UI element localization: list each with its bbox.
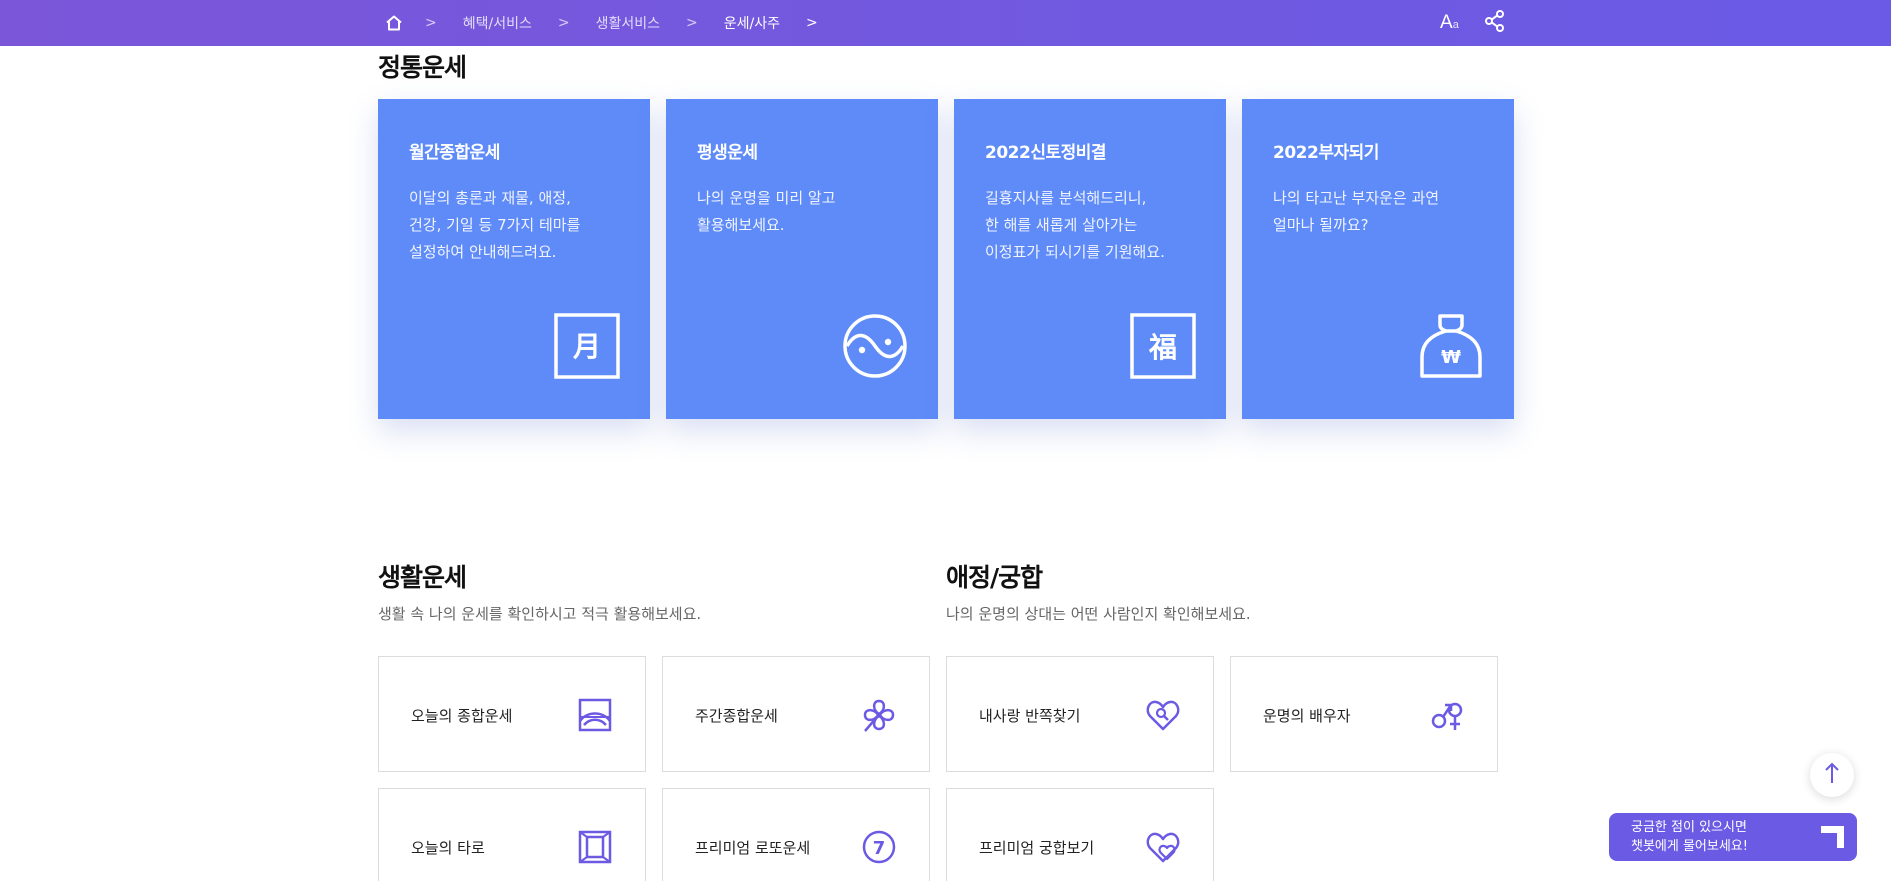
tarot-cards-icon [577,829,613,865]
item-destined-spouse[interactable]: 운명의 배우자 [1230,656,1498,772]
arrow-up-icon [1824,762,1840,788]
header-tools: Aa [1440,0,1505,46]
section-title-love-match: 애정/궁합 [946,563,1043,592]
item-find-soulmate[interactable]: 내사랑 반쪽찾기 [946,656,1214,772]
gender-symbols-icon [1429,697,1465,733]
item-label: 프리미엄 로또운세 [695,839,811,857]
chevron-right-icon: > [686,15,698,31]
svg-text:7: 7 [873,838,886,859]
item-today-tarot[interactable]: 오늘의 타로 [378,788,646,881]
top-navigation-bar: > 혜택/서비스 > 생활서비스 > 운세/사주 > Aa [0,0,1891,46]
breadcrumb: > 혜택/서비스 > 생활서비스 > 운세/사주 > [385,0,844,46]
breadcrumb-item-fortune[interactable]: 운세/사주 [724,13,780,33]
chevron-right-icon: > [557,15,570,31]
clover-icon [861,697,897,733]
sunrise-frame-icon [577,697,613,733]
card-description: 이달의 총론과 재물, 애정, 건강, 기일 등 7가지 테마를 설정하여 안내… [409,189,581,261]
yin-yang-icon [842,313,908,379]
breadcrumb-item-benefits[interactable]: 혜택/서비스 [463,13,532,33]
home-icon[interactable] [385,14,403,32]
chat-bubble-icon [1819,823,1847,851]
svg-text:月: 月 [572,330,601,363]
chevron-right-icon: > [425,15,437,31]
card-description: 길흉지사를 분석해드리니, 한 해를 새롭게 살아가는 이정표가 되시기를 기원… [985,189,1165,261]
item-label: 오늘의 종합운세 [411,707,513,725]
card-title: 2022부자되기 [1273,143,1379,163]
fortune-bok-icon: 福 [1130,313,1196,379]
section-title-life-fortune: 생활운세 [378,563,467,592]
card-description: 나의 운명을 미리 알고 활용해보세요. [697,189,836,234]
section-description: 생활 속 나의 운세를 확인하시고 적극 활용해보세요. [378,605,702,623]
share-icon[interactable] [1484,10,1505,36]
card-title: 월간종합운세 [409,143,500,163]
item-premium-compatibility[interactable]: 프리미엄 궁합보기 [946,788,1214,881]
card-lifetime-fortune[interactable]: 평생운세 나의 운명을 미리 알고 활용해보세요. [666,99,938,419]
svg-text:₩: ₩ [1441,347,1461,368]
font-size-icon[interactable]: Aa [1440,12,1459,34]
section-description: 나의 운명의 상대는 어떤 사람인지 확인해보세요. [946,605,1251,623]
card-become-rich[interactable]: 2022부자되기 나의 타고난 부자운은 과연 얼마나 될까요? ₩ [1242,99,1514,419]
money-bag-icon: ₩ [1418,313,1484,379]
lotto-seven-icon: 7 [861,829,897,865]
card-title: 평생운세 [697,143,758,163]
breadcrumb-item-life-service[interactable]: 생활서비스 [596,13,660,33]
chevron-right-icon[interactable]: > [806,15,818,31]
card-description: 나의 타고난 부자운은 과연 얼마나 될까요? [1273,189,1440,234]
chatbot-button[interactable]: 궁금한 점이 있으시면 챗봇에게 물어보세요! [1609,813,1857,861]
item-label: 운명의 배우자 [1263,707,1351,725]
svg-text:福: 福 [1148,331,1177,364]
item-label: 오늘의 타로 [411,839,485,857]
section-title-traditional-fortune: 정통운세 [378,53,467,82]
double-heart-icon [1145,829,1181,865]
item-premium-lotto[interactable]: 프리미엄 로또운세 7 [662,788,930,881]
chatbot-text: 궁금한 점이 있으시면 챗봇에게 물어보세요! [1631,820,1748,854]
item-label: 프리미엄 궁합보기 [979,839,1095,857]
item-label: 내사랑 반쪽찾기 [979,707,1081,725]
scroll-to-top-button[interactable] [1810,753,1854,797]
card-title: 2022신토정비결 [985,143,1107,163]
item-label: 주간종합운세 [695,707,778,725]
item-today-fortune[interactable]: 오늘의 종합운세 [378,656,646,772]
card-monthly-fortune[interactable]: 월간종합운세 이달의 총론과 재물, 애정, 건강, 기일 등 7가지 테마를 … [378,99,650,419]
heart-search-icon [1145,697,1181,733]
item-weekly-fortune[interactable]: 주간종합운세 [662,656,930,772]
card-tojeong-fortune[interactable]: 2022신토정비결 길흉지사를 분석해드리니, 한 해를 새롭게 살아가는 이정… [954,99,1226,419]
moon-calendar-icon: 月 [554,313,620,379]
